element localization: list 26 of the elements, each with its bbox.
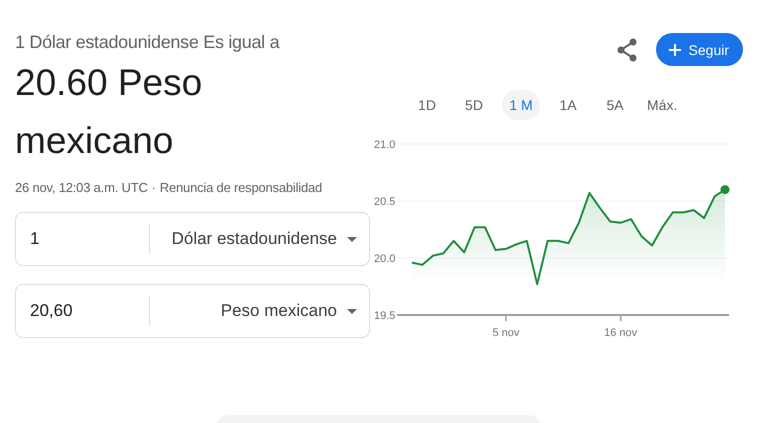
range-tab[interactable]: 1D <box>408 90 446 120</box>
x-tick-label: 16 nov <box>604 327 638 339</box>
amount-input[interactable]: 1 <box>16 229 135 249</box>
y-tick-label: 21.0 <box>374 139 396 151</box>
disclaimer-link[interactable]: Renuncia de responsabilidad <box>160 180 322 195</box>
currency-dropdown[interactable]: Peso mexicano <box>150 301 369 321</box>
timestamp: 26 nov, 12:03 a.m. UTC <box>15 180 148 195</box>
x-tick-label: 5 nov <box>492 327 520 339</box>
range-tab[interactable]: 5A <box>596 90 634 120</box>
caret-icon <box>347 308 357 314</box>
amount-input[interactable]: 20,60 <box>16 301 135 321</box>
currency-dropdown[interactable]: Dólar estadounidense <box>150 229 369 249</box>
caret-icon <box>347 236 357 242</box>
conversion-subtitle: 1 Dólar estadounidense Es igual a <box>15 32 281 53</box>
separator-dot: · <box>152 180 156 195</box>
y-tick-label: 20.0 <box>374 253 396 265</box>
range-tab[interactable]: 1A <box>549 90 587 120</box>
plus-icon <box>668 44 681 56</box>
conversion-result: 20.60 Peso mexicano <box>15 61 204 163</box>
range-tab[interactable]: 5D <box>455 90 493 120</box>
range-tab[interactable]: 1 M <box>502 90 540 120</box>
range-tab[interactable]: Máx. <box>643 90 682 120</box>
y-tick-label: 20.5 <box>374 196 396 208</box>
follow-button[interactable]: Seguir <box>656 33 743 66</box>
share-icon[interactable] <box>616 38 638 62</box>
y-tick-label: 19.5 <box>374 310 396 322</box>
